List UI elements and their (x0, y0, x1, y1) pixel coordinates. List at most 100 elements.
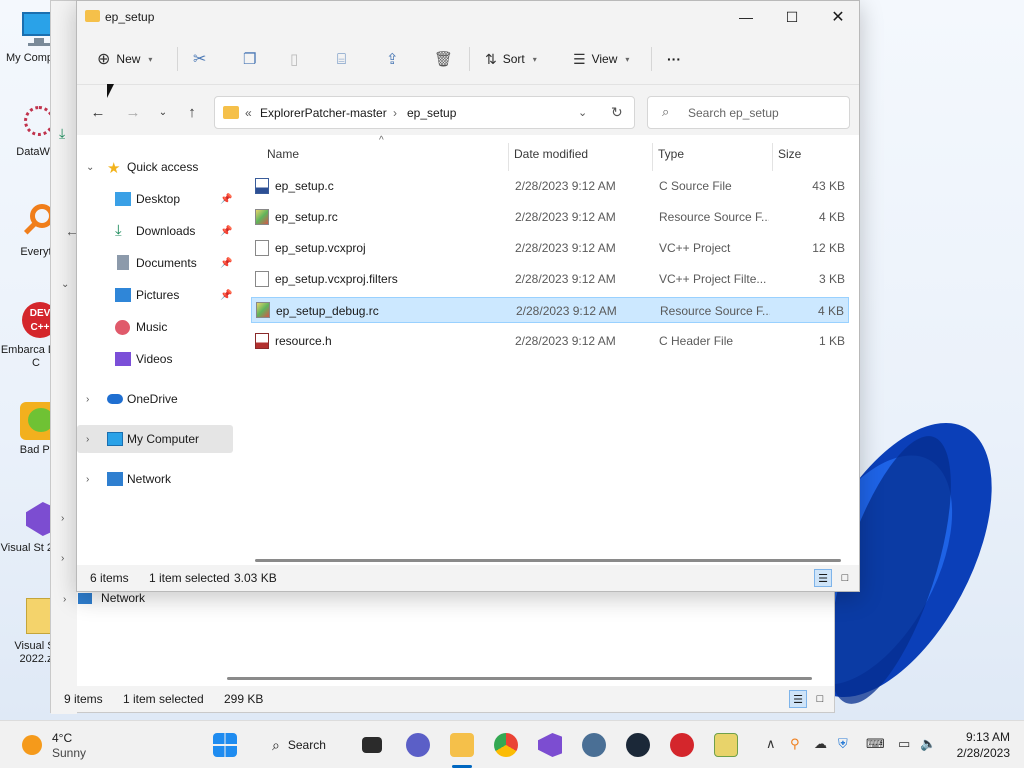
back-nav-network[interactable]: › Network (63, 591, 145, 605)
nav-onedrive[interactable]: › OneDrive (77, 385, 233, 413)
breadcrumb-overflow[interactable]: « (245, 106, 252, 120)
command-bar: ⊕ New ▾ ✂ ❐ ▯ ⌸ ⇪ 🗑 ⇅ Sort ▾ ☰ View ▾ ··… (77, 33, 859, 85)
cloud-offline-icon[interactable]: ☁ (814, 736, 827, 752)
toolbar-divider (177, 47, 178, 71)
c-source-file-icon (255, 178, 269, 194)
file-row[interactable]: ep_setup.rc 2/28/2023 9:12 AM Resource S… (251, 204, 849, 230)
nav-my-computer[interactable]: › My Computer (77, 425, 233, 453)
delete-button[interactable]: 🗑 (434, 47, 453, 71)
up-button[interactable]: ↑ (181, 101, 203, 123)
settings-gear-icon[interactable] (582, 733, 606, 757)
address-bar[interactable]: « ExplorerPatcher-master › ep_setup ⌄ ↻ (214, 96, 635, 129)
rename-button[interactable]: ⌸ (337, 47, 346, 71)
chevron-up-icon[interactable]: ∧ (766, 736, 776, 752)
navigation-pane: ⌄ ★ Quick access Desktop 📌 ⤓ Downloads 📌… (77, 135, 237, 555)
visual-studio-icon[interactable] (538, 733, 562, 757)
view-button[interactable]: ☰ View ▾ (573, 47, 629, 71)
nav-videos[interactable]: Videos (77, 345, 233, 373)
file-row[interactable]: ep_setup.vcxproj.filters 2/28/2023 9:12 … (251, 266, 849, 292)
sort-button[interactable]: ⇅ Sort ▾ (485, 47, 537, 71)
trash-icon: 🗑 (434, 51, 454, 68)
file-name: resource.h (275, 334, 332, 348)
clipboard-icon: ▯ (290, 51, 299, 68)
new-button[interactable]: ⊕ New ▾ (97, 47, 152, 71)
address-row: ← → ⌄ ↑ « ExplorerPatcher-master › ep_se… (77, 85, 859, 135)
recent-locations-button[interactable]: ⌄ (152, 101, 174, 123)
details-view-button[interactable]: ☰ (814, 569, 832, 587)
cut-button[interactable]: ✂ (193, 47, 206, 71)
nav-pictures[interactable]: Pictures 📌 (77, 281, 233, 309)
explorer-window[interactable]: ep_setup — ☐ ✕ ⊕ New ▾ ✂ ❐ ▯ ⌸ ⇪ 🗑 ⇅ Sor… (76, 0, 860, 592)
steam-icon[interactable] (626, 733, 650, 757)
file-row-selected[interactable]: ep_setup_debug.rc 2/28/2023 9:12 AM Reso… (251, 297, 849, 323)
back-button[interactable]: ← (87, 101, 109, 123)
column-header-size[interactable]: Size (778, 147, 801, 161)
nav-label: Network (101, 591, 146, 605)
minimize-button[interactable]: — (723, 1, 769, 33)
resource-editor-icon[interactable] (714, 733, 738, 757)
file-explorer-icon[interactable] (450, 733, 474, 757)
chevron-right-icon[interactable]: › (61, 553, 64, 564)
back-window-edge (51, 1, 77, 714)
column-divider[interactable] (772, 143, 773, 171)
breadcrumb-item[interactable]: ExplorerPatcher-master (260, 106, 387, 120)
refresh-icon[interactable]: ↻ (611, 104, 623, 121)
column-header-date[interactable]: Date modified (514, 147, 588, 161)
chevron-right-icon[interactable]: › (61, 513, 64, 524)
network-icon (107, 472, 123, 486)
search-box[interactable]: ⌕ Search ep_setup (647, 96, 850, 129)
copy-button[interactable]: ❐ (243, 47, 256, 71)
file-row[interactable]: resource.h 2/28/2023 9:12 AM C Header Fi… (251, 328, 849, 354)
horizontal-scrollbar[interactable] (227, 677, 812, 680)
sun-icon (22, 735, 42, 755)
nav-downloads[interactable]: ⤓ Downloads 📌 (77, 217, 233, 245)
chevron-down-icon[interactable]: ⌄ (61, 279, 69, 290)
column-header-name[interactable]: Name (267, 147, 299, 161)
task-view-icon[interactable] (362, 737, 382, 753)
column-divider[interactable] (652, 143, 653, 171)
maximize-button[interactable]: ☐ (769, 1, 815, 33)
file-row[interactable]: ep_setup.vcxproj 2/28/2023 9:12 AM VC++ … (251, 235, 849, 261)
pictures-icon (115, 288, 131, 302)
nav-desktop[interactable]: Desktop 📌 (77, 185, 233, 213)
file-row[interactable]: ep_setup.c 2/28/2023 9:12 AM C Source Fi… (251, 173, 849, 199)
toolbar-divider (469, 47, 470, 71)
start-button[interactable] (213, 733, 237, 757)
chevron-down-icon: ▾ (625, 54, 630, 64)
title-bar[interactable]: ep_setup — ☐ ✕ (77, 1, 859, 33)
download-icon: ⤓ (59, 125, 66, 141)
devcpp-icon[interactable] (670, 733, 694, 757)
clock[interactable]: 9:13 AM 2/28/2023 (957, 729, 1010, 761)
new-label: New (116, 52, 141, 66)
file-name: ep_setup.rc (275, 210, 338, 224)
details-view-button[interactable]: ☰ (789, 690, 807, 708)
network-status-icon[interactable]: ▭ (898, 736, 910, 752)
column-divider[interactable] (508, 143, 509, 171)
forward-button[interactable]: → (122, 101, 144, 123)
horizontal-scrollbar[interactable] (255, 559, 841, 562)
nav-music[interactable]: Music (77, 313, 233, 341)
nav-network[interactable]: › Network (77, 465, 233, 493)
share-button[interactable]: ⇪ (386, 47, 399, 71)
file-date: 2/28/2023 9:12 AM (515, 334, 616, 348)
chat-icon[interactable] (406, 733, 430, 757)
paste-button[interactable]: ▯ (290, 47, 298, 71)
keyboard-icon[interactable]: ⌨ (866, 736, 885, 752)
nav-documents[interactable]: Documents 📌 (77, 249, 233, 277)
tiles-view-button[interactable]: □ (811, 690, 829, 708)
breadcrumb-separator-icon: › (393, 106, 397, 120)
tiles-view-button[interactable]: □ (836, 569, 854, 587)
more-options-button[interactable]: ··· (667, 47, 681, 71)
breadcrumb-item[interactable]: ep_setup (407, 106, 456, 120)
nav-quick-access[interactable]: ⌄ ★ Quick access (77, 153, 233, 181)
chevron-down-icon[interactable]: ⌄ (578, 106, 587, 119)
column-header-type[interactable]: Type (658, 147, 684, 161)
volume-icon[interactable]: 🔈 (920, 736, 936, 752)
nav-label: Music (136, 320, 168, 334)
close-button[interactable]: ✕ (815, 1, 861, 33)
view-label: View (591, 52, 618, 66)
everything-search-icon[interactable]: ⚲ (790, 736, 800, 752)
chrome-icon[interactable] (494, 733, 518, 757)
taskbar-search-button[interactable]: ⌕ Search (256, 729, 348, 761)
security-shield-icon[interactable]: ⛨ (838, 736, 848, 752)
